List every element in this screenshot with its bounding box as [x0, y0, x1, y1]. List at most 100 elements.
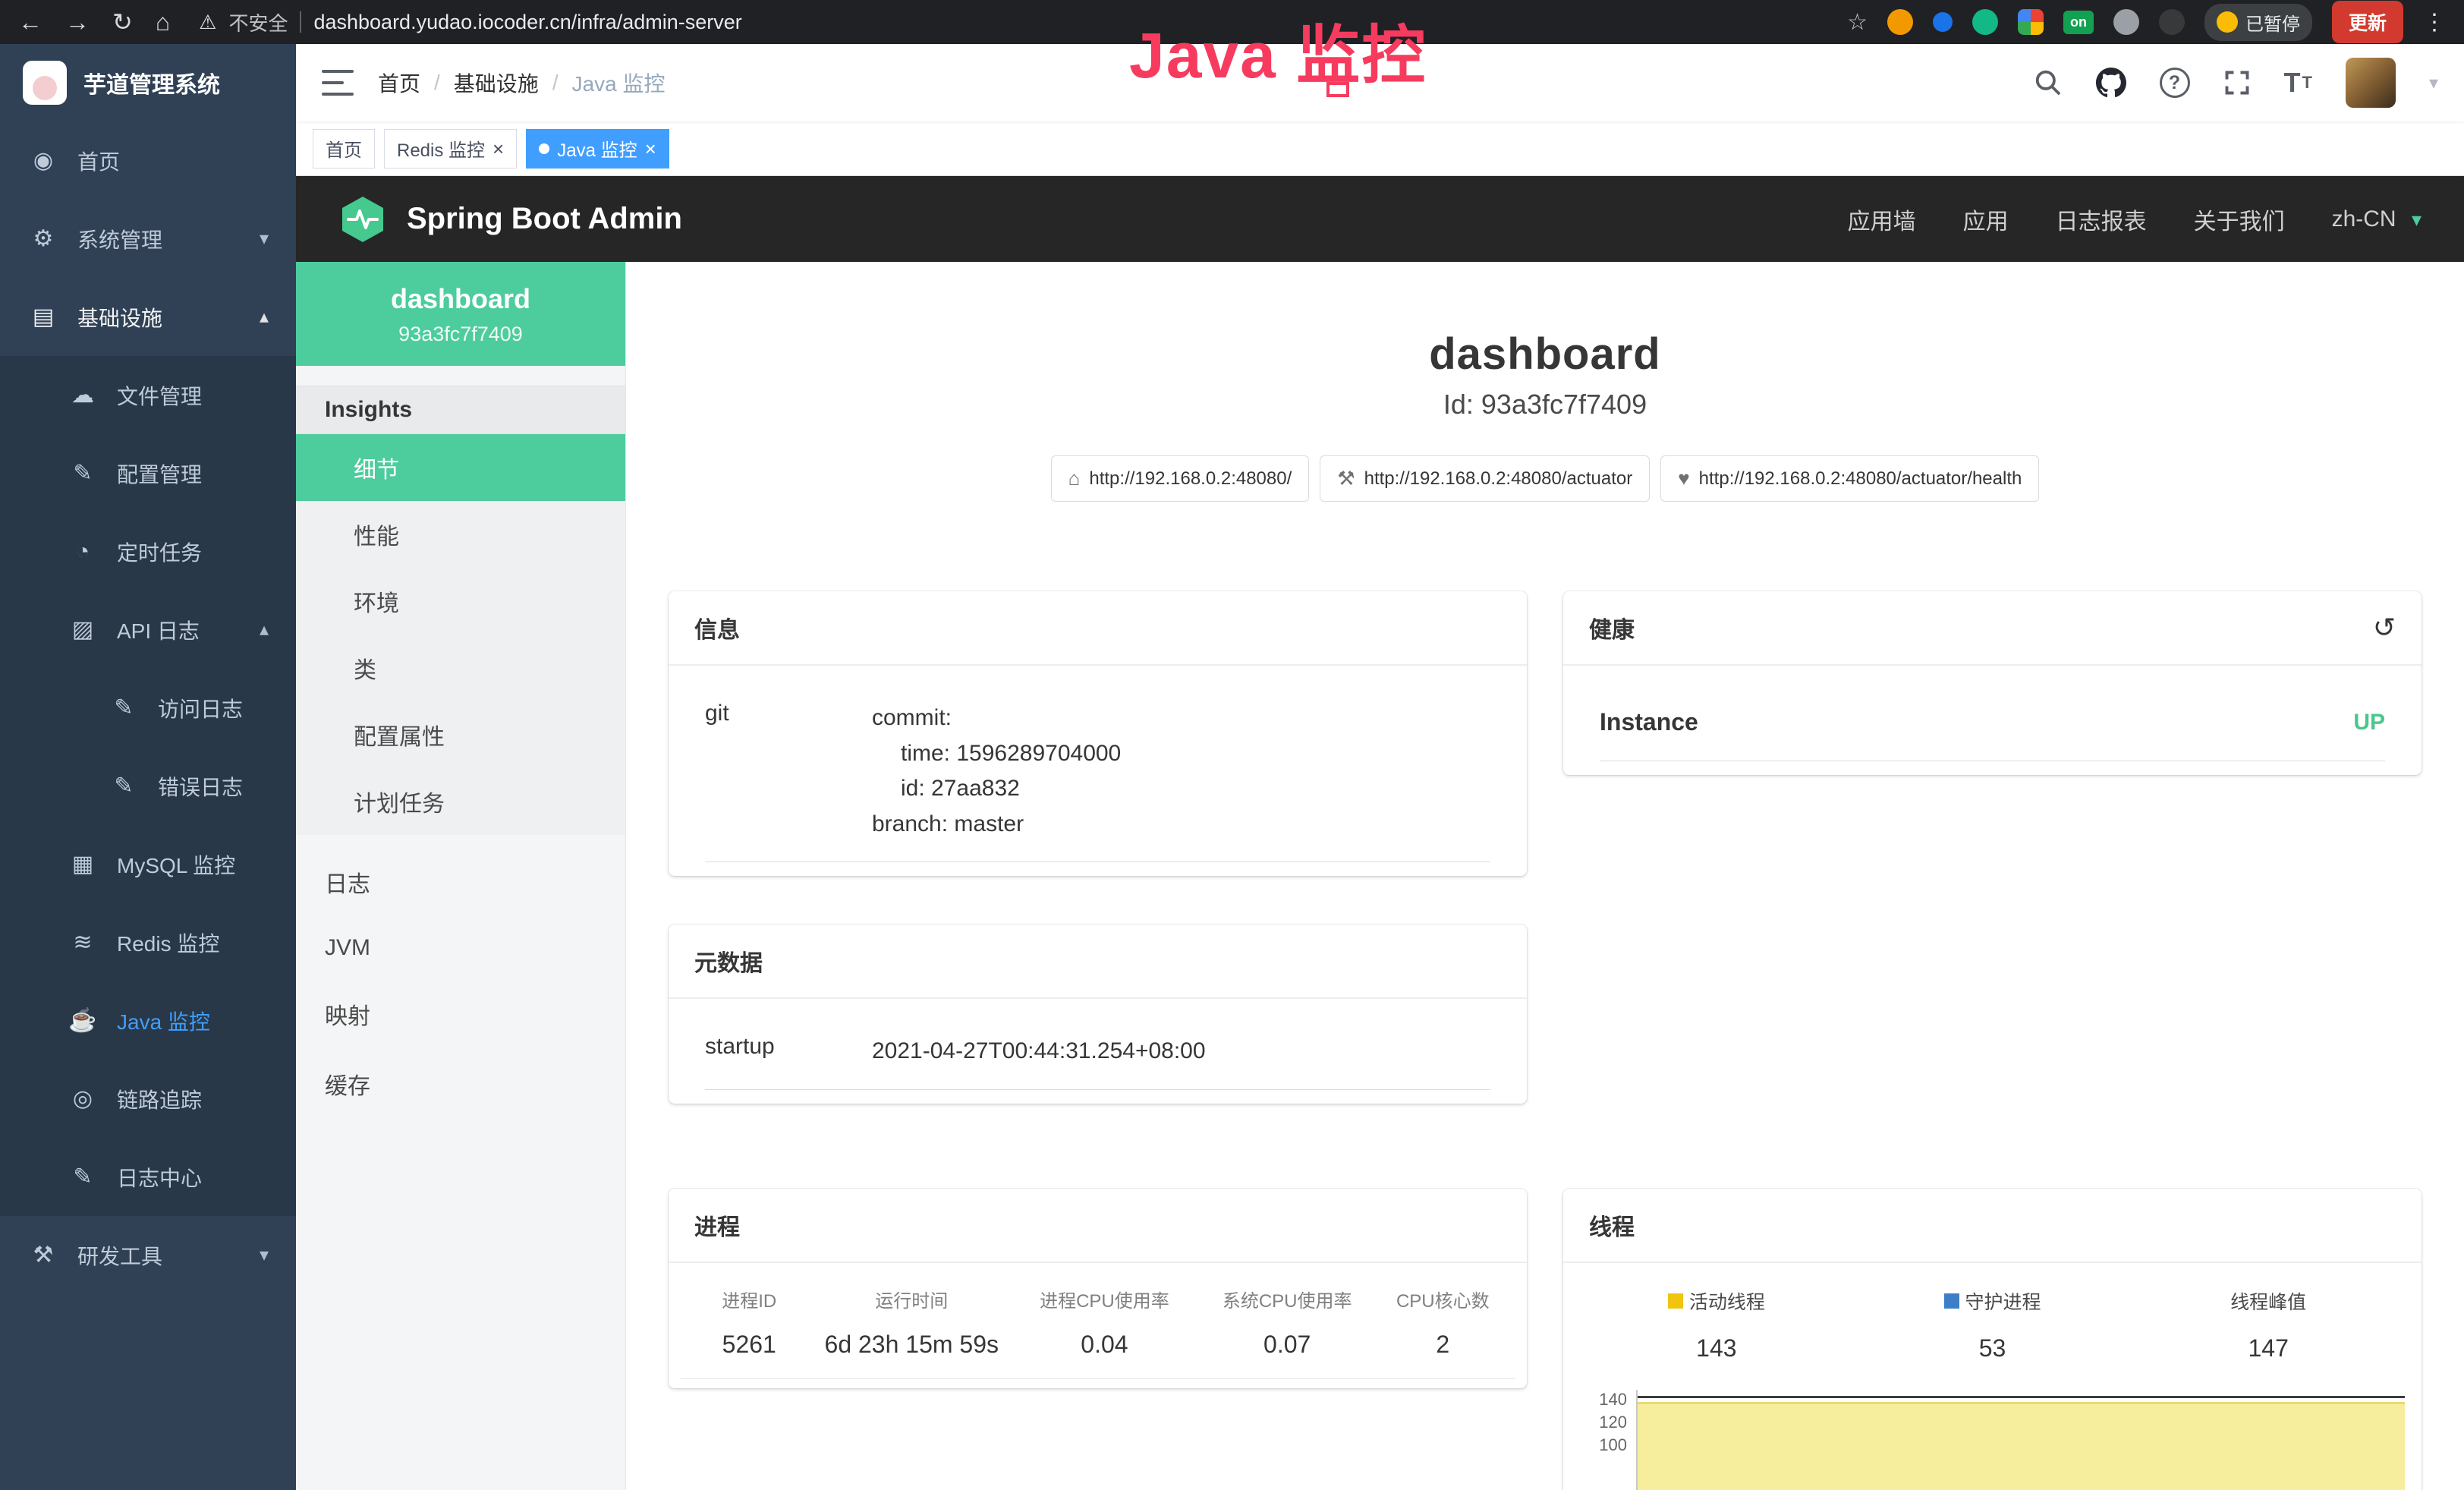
legend-value: 147 — [2130, 1334, 2406, 1362]
sidebar-item-log-center[interactable]: ✎ 日志中心 — [0, 1138, 296, 1216]
url-text[interactable]: dashboard.yudao.iocoder.cn/infra/admin-s… — [313, 11, 741, 34]
sidebar-item-access-logs[interactable]: ✎ 访问日志 — [0, 669, 296, 747]
link-actuator-url[interactable]: ⚒ http://192.168.0.2:48080/actuator — [1320, 455, 1650, 502]
back-icon[interactable]: ← — [18, 8, 42, 36]
info-card-title: 信息 — [669, 591, 1527, 666]
sba-nav-applications[interactable]: 应用 — [1963, 203, 2009, 236]
sba-item-beans[interactable]: 类 — [296, 635, 625, 701]
app-title: 芋道管理系统 — [83, 66, 220, 99]
y-tick: 120 — [1599, 1413, 1627, 1432]
tag-home[interactable]: 首页 — [313, 129, 375, 169]
metadata-card-title: 元数据 — [669, 925, 1527, 999]
close-icon[interactable]: × — [645, 139, 656, 159]
sidebar-item-infrastructure[interactable]: ▤ 基础设施 ▴ — [0, 278, 296, 356]
info-card: 信息 git commit: time: 1596289704000 id: 2… — [669, 591, 1527, 876]
tag-java-monitor[interactable]: Java 监控 × — [526, 129, 669, 169]
wrench-icon: ⚒ — [1337, 467, 1355, 490]
extension-icon[interactable] — [2018, 9, 2044, 35]
github-icon[interactable] — [2096, 68, 2126, 98]
extension-icon[interactable] — [2113, 9, 2139, 35]
sba-nav-journal[interactable]: 日志报表 — [2056, 203, 2147, 236]
breadcrumb-home[interactable]: 首页 — [378, 68, 420, 98]
reload-icon[interactable]: ↻ — [112, 8, 133, 36]
avatar-caret-icon[interactable]: ▾ — [2429, 72, 2438, 94]
metadata-card-cell: 元数据 startup 2021-04-27T00:44:31.254+08:0… — [669, 925, 1527, 1104]
sba-item-details[interactable]: 细节 — [296, 434, 625, 501]
sidebar-item-scheduled-jobs[interactable]: ◔ 定时任务 — [0, 512, 296, 591]
cards-row-1: 信息 git commit: time: 1596289704000 id: 2… — [669, 591, 2422, 876]
legend-value: 53 — [1855, 1334, 2131, 1362]
sidebar-item-home[interactable]: ◉ 首页 — [0, 121, 296, 200]
app-logo[interactable]: 芋道管理系统 — [0, 44, 296, 121]
sidebar-item-java-monitor[interactable]: ☕ Java 监控 — [0, 981, 296, 1060]
startup-row: startup 2021-04-27T00:44:31.254+08:00 — [705, 1011, 1490, 1090]
heart-icon: ♥ — [1678, 467, 1689, 490]
browser-menu-icon[interactable]: ⋮ — [2423, 9, 2446, 36]
health-instance-label: Instance — [1600, 708, 1698, 736]
cards-row-3: 进程 进程ID 5261 运行时间 6d 23h 15m 5 — [669, 1189, 2422, 1490]
hamburger-icon[interactable] — [322, 70, 354, 96]
chrome-right-cluster: ☆ on 已暂停 更新 ⋮ — [1847, 1, 2446, 43]
git-row: git commit: time: 1596289704000 id: 27aa… — [705, 678, 1490, 862]
annotation-box — [1326, 82, 1349, 97]
process-col-process-cpu: 进程CPU使用率 0.04 — [1013, 1286, 1196, 1359]
sidebar-item-tracing[interactable]: ◎ 链路追踪 — [0, 1060, 296, 1138]
paused-badge[interactable]: 已暂停 — [2204, 4, 2312, 41]
sba-item-scheduled-tasks[interactable]: 计划任务 — [296, 768, 625, 835]
process-card-title: 进程 — [669, 1189, 1527, 1263]
extension-on-badge[interactable]: on — [2063, 11, 2094, 34]
sba-item-config-props[interactable]: 配置属性 — [296, 701, 625, 768]
sba-item-mappings[interactable]: 映射 — [296, 979, 625, 1049]
sba-item-jvm[interactable]: JVM — [296, 917, 625, 979]
sidebar-item-system[interactable]: ⚙ 系统管理 ▾ — [0, 200, 296, 278]
search-icon[interactable] — [2034, 68, 2063, 97]
link-health-url[interactable]: ♥ http://192.168.0.2:48080/actuator/heal… — [1660, 455, 2039, 502]
health-instance-row: Instance UP — [1600, 678, 2385, 761]
link-root-url[interactable]: ⌂ http://192.168.0.2:48080/ — [1051, 455, 1310, 502]
extension-icon[interactable] — [1887, 9, 1913, 35]
home-icon[interactable]: ⌂ — [156, 8, 170, 36]
sidebar-item-error-logs[interactable]: ✎ 错误日志 — [0, 747, 296, 825]
sba-item-metrics[interactable]: 性能 — [296, 501, 625, 568]
infrastructure-icon: ▤ — [27, 304, 59, 330]
page-title: dashboard — [669, 329, 2422, 380]
address-bar[interactable]: ⚠ 不安全 dashboard.yudao.iocoder.cn/infra/a… — [199, 8, 742, 36]
fullscreen-icon[interactable] — [2223, 69, 2251, 96]
link-label: http://192.168.0.2:48080/ — [1089, 468, 1292, 490]
sba-nav-about[interactable]: 关于我们 — [2194, 203, 2285, 236]
tag-redis-monitor[interactable]: Redis 监控 × — [384, 129, 517, 169]
instance-header[interactable]: dashboard 93a3fc7f7409 — [296, 262, 625, 366]
sidebar-item-api-logs[interactable]: ▨ API 日志 ▴ — [0, 591, 296, 669]
startup-label: startup — [705, 1034, 872, 1069]
font-size-icon[interactable]: T T — [2284, 67, 2312, 99]
cloud-icon: ☁ — [67, 382, 99, 408]
sidebar-item-label: 文件管理 — [117, 380, 202, 411]
extension-icon[interactable] — [2159, 9, 2185, 35]
extension-icon[interactable] — [1933, 12, 1953, 32]
avatar[interactable] — [2346, 58, 2396, 108]
sidebar-item-mysql-monitor[interactable]: ▦ MySQL 监控 — [0, 825, 296, 903]
chevron-down-icon: ▾ — [2412, 208, 2422, 231]
sidebar-item-redis-monitor[interactable]: ≋ Redis 监控 — [0, 903, 296, 981]
update-button[interactable]: 更新 — [2332, 1, 2403, 43]
sba-nav-wall[interactable]: 应用墙 — [1848, 203, 1916, 236]
help-icon[interactable]: ? — [2160, 68, 2190, 98]
sidebar-item-dev-tools[interactable]: ⚒ 研发工具 ▾ — [0, 1216, 296, 1294]
breadcrumb-current: Java 监控 — [572, 68, 666, 98]
bookmark-star-icon[interactable]: ☆ — [1847, 9, 1868, 36]
sba-item-loggers[interactable]: 日志 — [296, 847, 625, 917]
sidebar-item-file-mgmt[interactable]: ☁ 文件管理 — [0, 356, 296, 434]
sidebar-item-config-mgmt[interactable]: ✎ 配置管理 — [0, 434, 296, 512]
link-label: http://192.168.0.2:48080/actuator — [1364, 468, 1633, 490]
extension-icon[interactable] — [1972, 9, 1998, 35]
sba-locale-select[interactable]: zh-CN ▾ — [2332, 206, 2422, 232]
breadcrumb-infrastructure[interactable]: 基础设施 — [454, 68, 539, 98]
process-col-pid: 进程ID 5261 — [688, 1286, 810, 1359]
sba-item-caches[interactable]: 缓存 — [296, 1049, 625, 1119]
history-icon[interactable]: ↺ — [2373, 612, 2396, 644]
forward-icon[interactable]: → — [65, 8, 90, 36]
security-label[interactable]: 不安全 — [228, 8, 288, 36]
sba-item-environment[interactable]: 环境 — [296, 568, 625, 635]
close-icon[interactable]: × — [492, 139, 504, 159]
info-card-cell: 信息 git commit: time: 1596289704000 id: 2… — [669, 591, 1527, 876]
